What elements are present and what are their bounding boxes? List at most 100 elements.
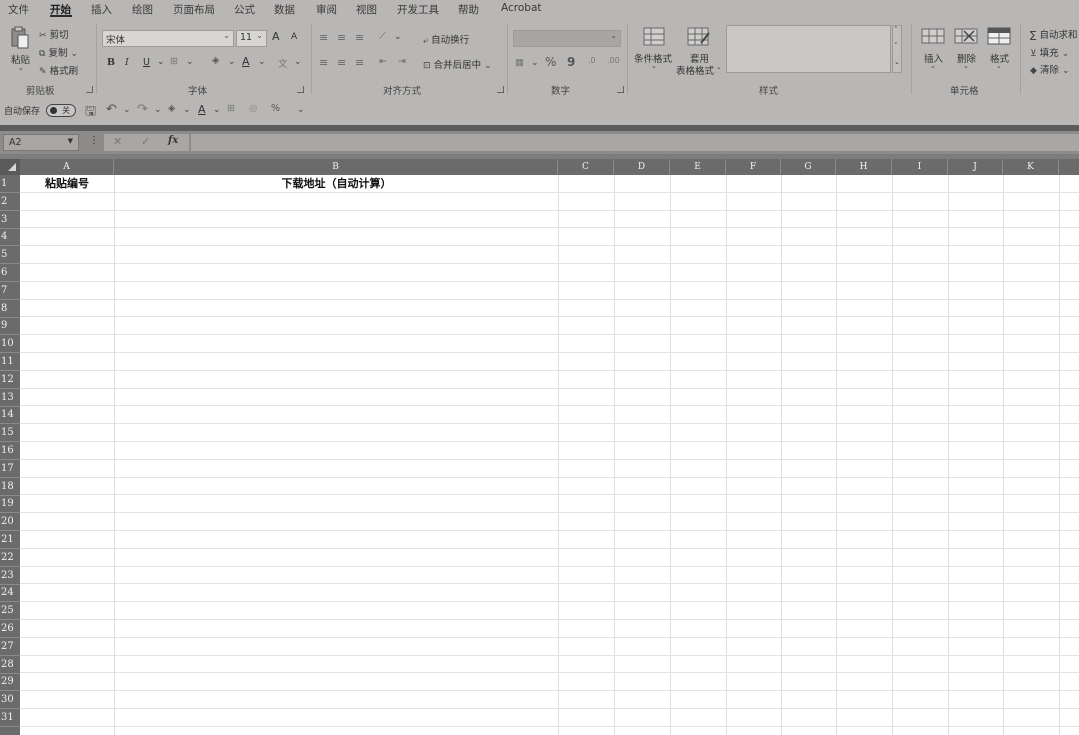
borders-icon[interactable]: ⊞ [227,103,235,114]
save-icon[interactable]: 🖫 [85,102,96,124]
row-header-22[interactable]: 22 [0,549,20,567]
fill-button[interactable]: ⊻ 填充 ⌄ [1030,45,1069,59]
tab-insert[interactable]: 插入 [91,2,112,17]
tab-review[interactable]: 审阅 [316,2,337,17]
tab-draw[interactable]: 绘图 [132,2,153,17]
row-header-28[interactable]: 28 [0,656,20,674]
percent-style-icon[interactable]: % [271,103,280,114]
formula-input[interactable] [191,134,1079,151]
select-all-button[interactable] [0,159,20,175]
chevron-down-icon[interactable]: ˅ [894,42,898,50]
row-header-18[interactable]: 18 [0,478,20,496]
column-header-c[interactable]: C [558,159,614,175]
row-header-13[interactable]: 13 [0,389,20,407]
row-header-15[interactable]: 15 [0,424,20,443]
increase-decimal-icon[interactable]: .0 [588,56,596,65]
column-header-i[interactable]: I [892,159,948,175]
align-middle-icon[interactable]: ≡ [337,31,346,44]
column-header-h[interactable]: H [836,159,892,175]
column-header-f[interactable]: F [726,159,781,175]
row-header-5[interactable]: 5 [0,246,20,265]
chevron-down-icon[interactable]: ⌄ [258,57,266,67]
redo-icon[interactable]: ↷ [137,102,148,117]
row-header-20[interactable]: 20 [0,513,20,532]
tab-view[interactable]: 视图 [356,2,377,17]
row-header-24[interactable]: 24 [0,584,20,603]
row-header-14[interactable]: 14 [0,406,20,425]
row-header-31[interactable]: 31 [0,709,20,727]
row-header-29[interactable]: 29 [0,673,20,692]
row-header-1[interactable]: 1 [0,175,20,193]
row-header-27[interactable]: 27 [0,638,20,656]
column-header-e[interactable]: E [670,159,726,175]
comma-button[interactable]: 9 [567,55,575,69]
tab-help[interactable]: 帮助 [458,2,479,17]
chevron-up-icon[interactable]: ˄ [894,26,898,34]
row-header-3[interactable]: 3 [0,211,20,229]
italic-button[interactable]: I [125,57,129,68]
fill-color-icon[interactable]: ◈ [168,103,175,114]
cell-styles-gallery[interactable] [726,25,891,73]
fill-color-icon[interactable]: ◈ [212,55,219,66]
spreadsheet-grid[interactable]: ABCDEFGHIJK 1 2 3 4 5 6 7 8 9 10 11 12 13 14 15 16 17 18 1… [0,159,1079,735]
grow-font-button[interactable]: A [272,30,280,43]
row-header-21[interactable]: 21 [0,531,20,549]
tab-file[interactable]: 文件 [8,2,29,17]
chevron-down-icon[interactable]: ⌄ [157,57,165,67]
align-center-icon[interactable]: ≡ [337,56,346,69]
cell-b1[interactable]: 下载地址（自动计算） [115,175,558,193]
font-color-button[interactable]: A [242,55,250,68]
row-header-10[interactable]: 10 [0,335,20,354]
shrink-font-button[interactable]: A [291,32,297,42]
row-header-19[interactable]: 19 [0,495,20,514]
column-header-g[interactable]: G [781,159,836,175]
format-painter-button[interactable]: ✎ 格式刷 [39,63,78,77]
tab-data[interactable]: 数据 [274,2,295,17]
row-header-9[interactable]: 9 [0,317,20,336]
merge-center-button[interactable]: ⊡ 合并后居中 ⌄ [423,57,492,71]
row-header-11[interactable]: 11 [0,353,20,371]
chevron-down-icon[interactable]: ⌄ [531,58,539,68]
align-left-icon[interactable]: ≡ [319,56,328,69]
font-name-select[interactable]: 宋体 ⌄ [102,30,234,47]
dialog-launcher-icon[interactable] [86,86,93,93]
wrap-text-button[interactable]: ⤶ 自动换行 [423,32,469,46]
row-header-16[interactable]: 16 [0,442,20,460]
bold-button[interactable]: B [107,57,115,68]
row-header-6[interactable]: 6 [0,264,20,282]
chevron-down-icon[interactable]: ⌄ [186,57,194,67]
column-header-j[interactable]: J [948,159,1003,175]
font-color-icon[interactable]: A [198,103,206,116]
align-top-icon[interactable]: ≡ [319,31,328,44]
cut-button[interactable]: ✂ 剪切 [39,27,69,41]
underline-button[interactable]: U [143,57,150,68]
align-right-icon[interactable]: ≡ [355,56,364,69]
font-size-select[interactable]: 11 ⌄ [236,30,267,47]
row-header-12[interactable]: 12 [0,371,20,389]
borders-icon[interactable]: ⊞ [170,56,178,67]
autosum-button[interactable]: ∑ 自动求和 [1030,27,1077,41]
row-header-25[interactable]: 25 [0,602,20,621]
align-bottom-icon[interactable]: ≡ [355,31,364,44]
tab-formulas[interactable]: 公式 [234,2,255,17]
name-box[interactable]: A2 ▼ [3,134,79,151]
chevron-down-icon[interactable]: ⌄ [394,32,402,42]
tab-acrobat[interactable]: Acrobat [501,2,542,14]
number-format-select[interactable]: ⌄ [513,30,621,47]
dialog-launcher-icon[interactable] [297,86,304,93]
chevron-down-icon[interactable]: ⌄ [123,105,131,115]
decrease-decimal-icon[interactable]: .00 [607,56,620,65]
gallery-scrollbar[interactable]: ˄ ˅ ⌄ [892,25,902,73]
decrease-indent-icon[interactable]: ⇤ [379,56,387,67]
row-header-2[interactable]: 2 [0,193,20,211]
copy-button[interactable]: ⧉ 复制 ⌄ [39,45,78,59]
increase-indent-icon[interactable]: ⇥ [398,56,406,67]
accounting-icon[interactable]: ▦ [515,57,524,68]
row-header-8[interactable]: 8 [0,300,20,318]
row-header-4[interactable]: 4 [0,228,20,247]
chevron-down-icon[interactable]: ⌄ [183,105,191,115]
percent-button[interactable]: % [545,55,556,69]
cancel-icon[interactable]: ✕ [113,135,122,148]
chevron-down-icon[interactable]: ⌄ [294,57,302,67]
row-header-7[interactable]: 7 [0,282,20,300]
